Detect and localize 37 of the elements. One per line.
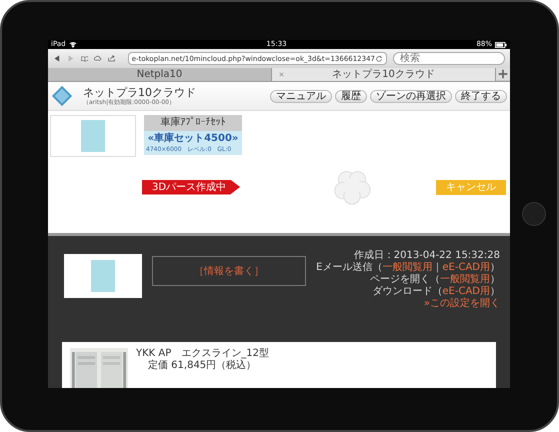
info-text: ページを開く（ bbox=[370, 274, 440, 286]
info-text: ｜ bbox=[432, 262, 442, 274]
info-text: ） bbox=[490, 286, 500, 298]
browser-tab[interactable]: Netpla10 bbox=[48, 68, 272, 81]
write-info-button[interactable]: ［情報を書く］ bbox=[152, 256, 306, 286]
back-icon[interactable] bbox=[53, 54, 61, 63]
set-name: «車庫セット4500» bbox=[146, 132, 240, 145]
header-button[interactable]: マニュアル bbox=[270, 90, 332, 102]
info-text: 作成日：2013-04-22 15:32:28 bbox=[354, 250, 500, 262]
link[interactable]: eE-CAD用 bbox=[442, 286, 490, 298]
link[interactable]: eE-CAD用 bbox=[442, 262, 490, 274]
link[interactable]: 一般閲覧用 bbox=[440, 274, 490, 286]
cloud-icon[interactable] bbox=[94, 54, 102, 63]
close-icon[interactable] bbox=[278, 71, 285, 78]
info-text: ） bbox=[490, 274, 500, 286]
search-field[interactable]: 検索 bbox=[393, 52, 505, 65]
product-name: YKK AP エクスライン_12型 bbox=[136, 348, 269, 360]
share-icon[interactable] bbox=[108, 54, 116, 63]
progress-badge: 3Dパース作成中 bbox=[142, 180, 240, 194]
set-category: 車庫ｱﾌﾟﾛｰﾁｾｯﾄ bbox=[144, 115, 242, 131]
link[interactable]: »この設定を開く bbox=[424, 298, 500, 310]
info-text: ダウンロード（ bbox=[372, 286, 442, 298]
battery-icon bbox=[495, 42, 507, 48]
link[interactable]: 一般閲覧用 bbox=[382, 262, 432, 274]
product-price: 定価 61,845円（税込） bbox=[147, 360, 258, 372]
new-tab-icon[interactable] bbox=[496, 68, 510, 80]
reload-icon[interactable] bbox=[375, 54, 383, 62]
info-text: ） bbox=[490, 262, 500, 274]
app-title: ネットプラ10クラウド bbox=[83, 86, 197, 98]
info-text: Eメール送信（ bbox=[316, 262, 382, 274]
wifi-icon bbox=[68, 41, 77, 48]
header-button[interactable]: 履歴 bbox=[335, 90, 367, 102]
logo-icon bbox=[51, 85, 73, 107]
browser-tab[interactable]: ネットプラ10クラウド bbox=[272, 68, 496, 81]
header-button[interactable]: ゾーンの再選択 bbox=[370, 90, 452, 102]
book-icon[interactable] bbox=[80, 54, 88, 63]
header-button[interactable]: 終了する bbox=[455, 90, 507, 102]
